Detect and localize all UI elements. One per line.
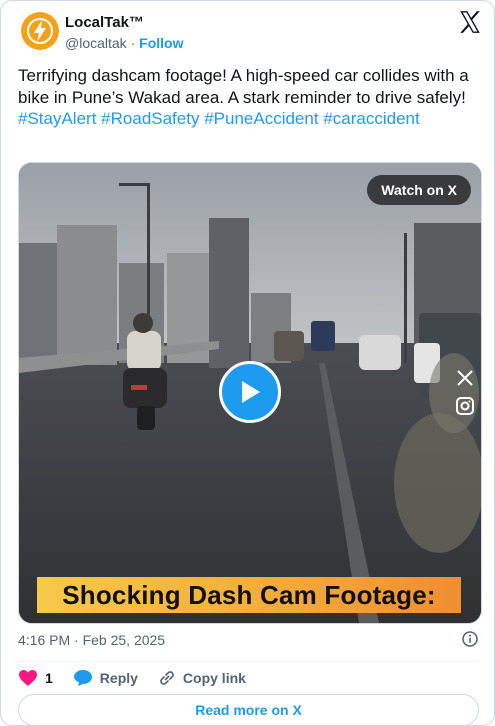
separator: ·: [130, 35, 136, 51]
follow-button[interactable]: Follow: [139, 35, 183, 51]
action-bar: 1 Reply Copy link: [18, 669, 266, 687]
divider: [18, 661, 479, 662]
play-icon: [242, 381, 260, 403]
tweet-card: LocalTak™ @localtak · Follow Terrifying …: [0, 0, 495, 726]
hashtag-link[interactable]: #PuneAccident: [204, 109, 318, 128]
tweet-body: Terrifying dashcam footage! A high-speed…: [18, 66, 469, 107]
author-handle-row: @localtak · Follow: [65, 35, 183, 51]
author-name[interactable]: LocalTak™: [65, 14, 144, 31]
read-more-button[interactable]: Read more on X: [18, 694, 479, 725]
reply-button[interactable]: Reply: [73, 669, 138, 687]
x-logo-icon[interactable]: [457, 9, 483, 35]
close-icon: [457, 370, 473, 386]
timestamp[interactable]: 4:16 PM · Feb 25, 2025: [18, 632, 165, 648]
copy-link-button[interactable]: Copy link: [158, 669, 246, 687]
reply-icon: [73, 670, 92, 686]
author-handle[interactable]: @localtak: [65, 35, 127, 51]
video-caption: Shocking Dash Cam Footage:: [37, 577, 461, 613]
instagram-icon: [456, 397, 474, 415]
heart-icon: [19, 670, 37, 686]
watch-on-x-button[interactable]: Watch on X: [367, 175, 471, 205]
hashtag-link[interactable]: #caraccident: [323, 109, 419, 128]
like-count: 1: [45, 670, 53, 686]
hashtag-link[interactable]: #StayAlert: [18, 109, 96, 128]
like-button[interactable]: 1: [18, 669, 53, 687]
tweet-text: Terrifying dashcam footage! A high-speed…: [18, 65, 478, 130]
info-icon[interactable]: [462, 631, 478, 647]
link-icon: [160, 671, 174, 685]
video-side-icons: [455, 368, 475, 416]
video-player[interactable]: Watch on X Shocking Dash Cam Footage:: [18, 162, 482, 624]
lightning-logo-icon: [27, 18, 53, 44]
avatar[interactable]: [21, 12, 59, 50]
hashtag-link[interactable]: #RoadSafety: [101, 109, 199, 128]
copy-link-label: Copy link: [182, 670, 246, 686]
play-button[interactable]: [219, 361, 281, 423]
reply-label: Reply: [99, 670, 138, 686]
